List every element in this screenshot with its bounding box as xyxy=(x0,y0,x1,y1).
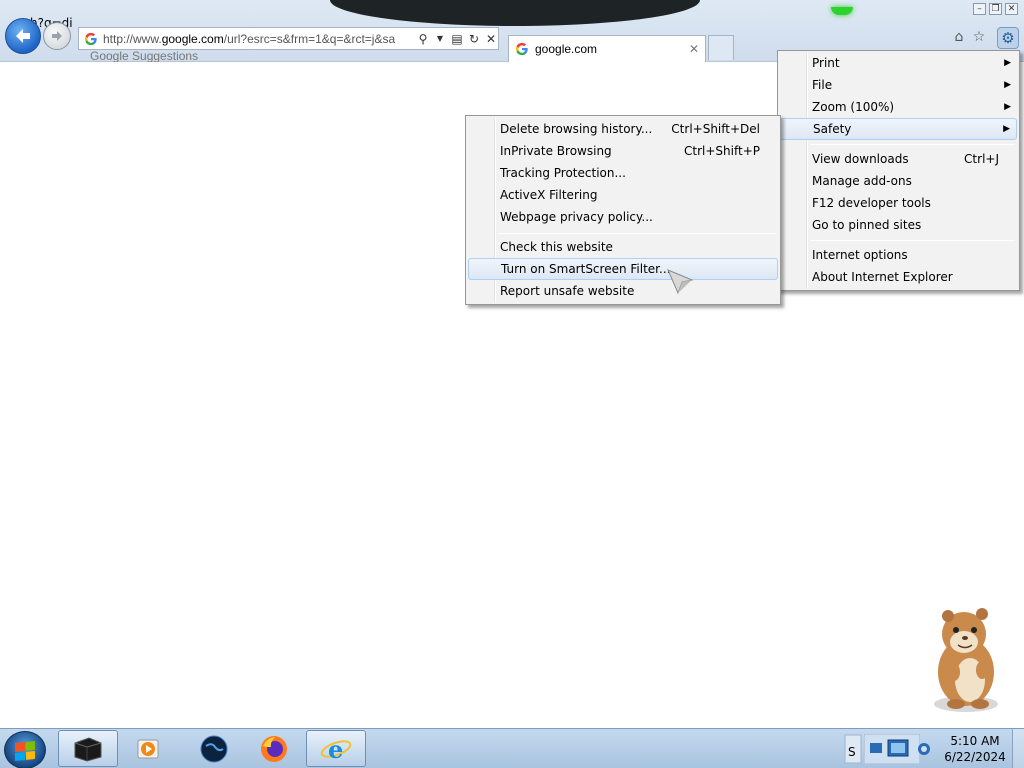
menu-item-report-unsafe[interactable]: Report unsafe website xyxy=(468,280,778,302)
gear-icon[interactable]: ⚙ xyxy=(997,27,1019,49)
tab-title: google.com xyxy=(535,42,598,56)
submenu-arrow-icon: ▶ xyxy=(1004,58,1011,68)
google-favicon-icon xyxy=(84,32,97,45)
clock-date: 6/22/2024 xyxy=(944,750,1006,764)
new-tab-button[interactable] xyxy=(708,35,734,60)
window-controls: – ❐ ✕ xyxy=(973,3,1018,15)
google-favicon-icon xyxy=(515,42,528,56)
windows-logo-icon xyxy=(15,740,35,762)
submenu-arrow-icon: ▶ xyxy=(1004,80,1011,90)
tab-google[interactable]: google.com ✕ xyxy=(508,35,706,62)
close-window-icon[interactable]: ✕ xyxy=(1005,3,1018,15)
taskbar-firefox[interactable] xyxy=(244,730,304,767)
menu-item-delete-history[interactable]: Delete browsing history... Ctrl+Shift+Del xyxy=(468,118,778,140)
camera-light-icon xyxy=(831,7,853,15)
globe-icon xyxy=(200,735,228,762)
hamster-mascot-icon xyxy=(934,608,998,712)
start-button[interactable] xyxy=(4,731,46,768)
volume-icon[interactable] xyxy=(916,740,932,758)
menu-item-inprivate[interactable]: InPrivate Browsing Ctrl+Shift+P xyxy=(468,140,778,162)
mouse-cursor-icon xyxy=(667,269,694,295)
google-suggestions-label: Google Suggestions xyxy=(90,50,199,62)
svg-text:S: S xyxy=(848,745,856,759)
tools-menu: Print ▶ File ▶ Zoom (100%) ▶ Safety ▶ View d… xyxy=(777,50,1020,291)
restore-icon[interactable]: ❐ xyxy=(989,3,1002,15)
shortcut-label: Ctrl+J xyxy=(964,152,999,166)
menu-item-view-downloads[interactable]: View downloads Ctrl+J xyxy=(780,148,1017,170)
media-player-icon xyxy=(137,739,159,758)
refresh-icon[interactable]: ↻ xyxy=(467,32,481,46)
menu-separator xyxy=(810,240,1015,241)
menu-item-zoom[interactable]: Zoom (100%) ▶ xyxy=(780,96,1017,118)
menu-item-privacy-policy[interactable]: Webpage privacy policy... xyxy=(468,206,778,228)
firefox-icon xyxy=(261,735,287,762)
menu-item-smartscreen[interactable]: Turn on SmartScreen Filter... xyxy=(468,258,778,280)
device-notch xyxy=(330,0,853,26)
menu-separator xyxy=(498,233,776,234)
shortcut-label: Ctrl+Shift+P xyxy=(684,144,760,158)
menu-item-check-website[interactable]: Check this website xyxy=(468,236,778,258)
network-icon[interactable] xyxy=(864,734,920,764)
safety-submenu: Delete browsing history... Ctrl+Shift+Del… xyxy=(465,115,781,305)
address-bar[interactable]: http://www.google.com/url?esrc=s&frm=1&q… xyxy=(78,27,499,50)
search-icon[interactable]: ⚲ xyxy=(416,32,430,46)
taskbar-media-player[interactable] xyxy=(118,730,178,767)
arrow-right-icon xyxy=(52,31,62,41)
submenu-arrow-icon: ▶ xyxy=(1003,124,1010,134)
submenu-arrow-icon: ▶ xyxy=(1004,102,1011,112)
address-url[interactable]: http://www.google.com/url?esrc=s&frm=1&q… xyxy=(103,32,413,46)
menu-item-print[interactable]: Print ▶ xyxy=(780,52,1017,74)
home-icon[interactable]: ⌂ xyxy=(950,28,968,46)
svg-text:e: e xyxy=(328,735,343,764)
favorites-icon[interactable]: ☆ xyxy=(970,28,988,46)
internet-explorer-icon: e xyxy=(320,735,352,764)
command-icons: ⌂ ☆ xyxy=(950,28,988,46)
compatibility-view-icon[interactable]: ▤ xyxy=(450,32,464,46)
menu-item-about-ie[interactable]: About Internet Explorer xyxy=(780,266,1017,288)
stop-icon[interactable]: ✕ xyxy=(484,32,498,46)
taskbar-terminal[interactable] xyxy=(58,730,118,767)
menu-item-pinned-sites[interactable]: Go to pinned sites xyxy=(780,214,1017,236)
taskbar: e S 5:10 AM 6/22/2024 xyxy=(0,728,1024,768)
dropdown-arrow-icon[interactable]: ▼ xyxy=(433,32,447,46)
taskbar-internet-explorer[interactable]: e xyxy=(306,730,366,767)
clock-time: 5:10 AM xyxy=(950,734,1000,748)
menu-item-safety[interactable]: Safety ▶ xyxy=(780,118,1017,140)
arrow-left-icon xyxy=(16,29,30,43)
taskbar-globe[interactable] xyxy=(184,730,244,767)
menu-item-tracking-protection[interactable]: Tracking Protection... xyxy=(468,162,778,184)
show-desktop-button[interactable] xyxy=(1012,729,1024,768)
menu-separator xyxy=(810,144,1015,145)
menu-item-file[interactable]: File ▶ xyxy=(780,74,1017,96)
close-tab-icon[interactable]: ✕ xyxy=(687,42,701,56)
menu-item-manage-addons[interactable]: Manage add-ons xyxy=(780,170,1017,192)
back-button[interactable] xyxy=(5,18,41,54)
terminal-icon xyxy=(74,736,102,762)
minimize-icon[interactable]: – xyxy=(973,3,986,15)
menu-item-activex-filtering[interactable]: ActiveX Filtering xyxy=(468,184,778,206)
tray-overflow-icon[interactable]: S xyxy=(844,734,862,764)
menu-item-developer-tools[interactable]: F12 developer tools xyxy=(780,192,1017,214)
menu-item-internet-options[interactable]: Internet options xyxy=(780,244,1017,266)
forward-button[interactable] xyxy=(43,22,71,50)
shortcut-label: Ctrl+Shift+Del xyxy=(671,122,760,136)
clock[interactable]: 5:10 AM 6/22/2024 xyxy=(940,733,1010,765)
